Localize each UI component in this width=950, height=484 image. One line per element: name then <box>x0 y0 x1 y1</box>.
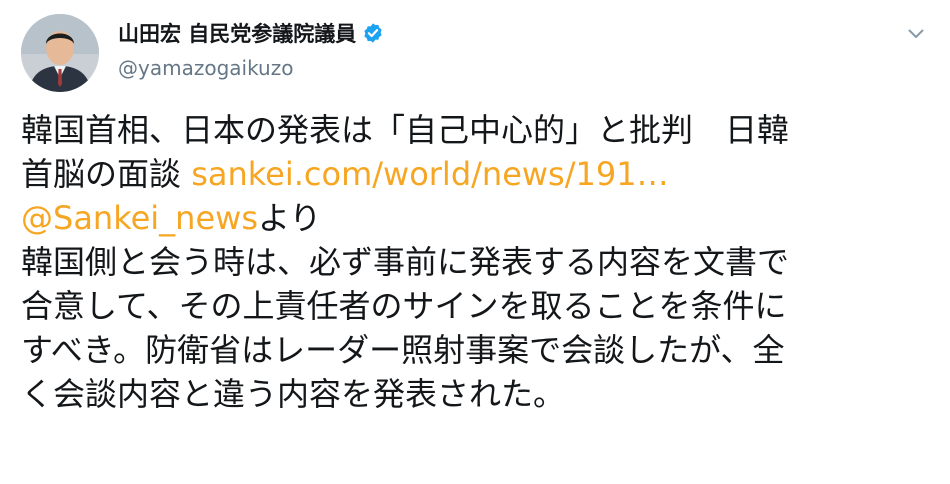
tweet-line: 韓国側と会う時は、必ず事前に発表する内容を文書で <box>21 243 790 281</box>
author-handle[interactable]: @yamazogaikuzo <box>118 56 384 80</box>
tweet-line: 合意して、その上責任者のサインを取ることを条件に <box>21 287 787 325</box>
article-link[interactable]: sankei.com/world/news/191… <box>191 155 668 193</box>
chevron-down-icon[interactable] <box>906 24 926 44</box>
mention-link[interactable]: @Sankei_news <box>21 199 258 237</box>
tweet-line: 韓国首相、日本の発表は「自己中心的」と批判 日韓 <box>21 111 790 149</box>
author-name-row: 山田宏 自民党参議院議員 <box>118 18 384 48</box>
tweet-line: く会談内容と違う内容を発表された。 <box>21 375 566 413</box>
tweet-header: 山田宏 自民党参議院議員 @yamazogaikuzo <box>118 18 384 80</box>
tweet-line: 首脳の面談 sankei.com/world/news/191… <box>21 152 931 196</box>
author-display-name[interactable]: 山田宏 自民党参議院議員 <box>118 18 356 48</box>
tweet-line: @Sankei_newsより <box>21 196 931 240</box>
avatar[interactable] <box>21 14 99 92</box>
tweet-text-fragment: 首脳の面談 <box>21 155 192 193</box>
tweet-line: すべき。防衛省はレーダー照射事案で会談したが、全 <box>21 331 785 369</box>
tweet-text: 韓国首相、日本の発表は「自己中心的」と批判 日韓 首脳の面談 sankei.co… <box>21 108 931 416</box>
verified-badge-icon <box>362 22 384 44</box>
tweet-text-fragment: より <box>257 199 322 237</box>
